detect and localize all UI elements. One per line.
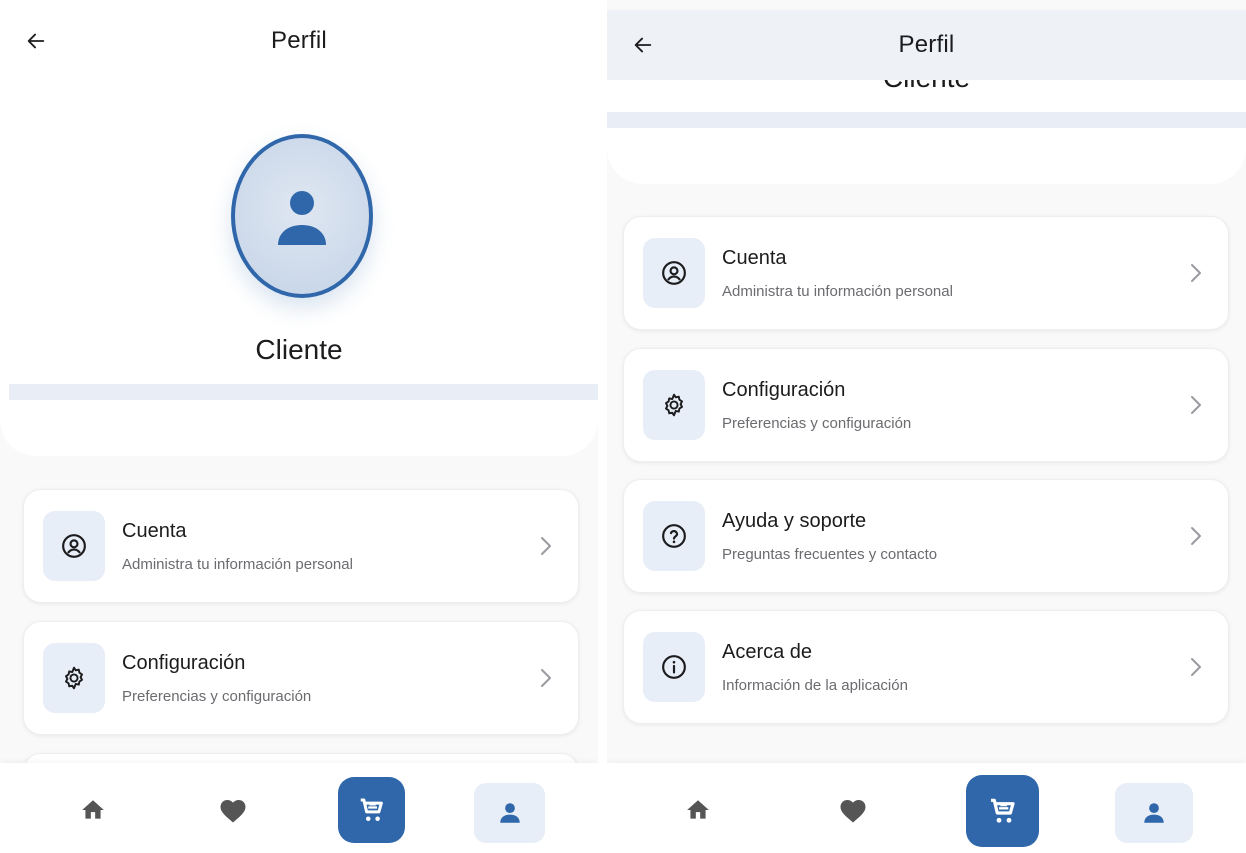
gear-icon xyxy=(665,393,683,417)
menu-icon-box xyxy=(43,511,105,581)
menu-item-settings[interactable]: Configuración Preferencias y configuraci… xyxy=(623,348,1229,462)
divider-band xyxy=(9,384,598,400)
chevron-right-icon xyxy=(1191,658,1201,676)
arrow-back-icon xyxy=(634,37,652,53)
chevron-right-icon xyxy=(1191,264,1201,282)
arrow-back-icon xyxy=(27,33,45,49)
menu-item-title: Ayuda y soporte xyxy=(722,510,867,532)
menu-item-title: Configuración xyxy=(122,652,246,674)
person-icon xyxy=(278,191,326,245)
nav-cart[interactable] xyxy=(966,775,1039,847)
chevron-right-icon xyxy=(1191,527,1201,545)
nav-favorites[interactable] xyxy=(206,785,260,835)
page-title: Perfil xyxy=(271,27,327,54)
menu-item-subtitle: Información de la aplicación xyxy=(722,677,908,694)
gear-icon xyxy=(65,666,83,690)
menu-item-about[interactable]: Acerca de Información de la aplicación xyxy=(623,610,1229,724)
account-circle-icon xyxy=(662,261,686,285)
menu-item-subtitle: Preferencias y configuración xyxy=(122,688,312,705)
cart-icon xyxy=(360,798,383,821)
menu-item-title: Cuenta xyxy=(722,247,787,269)
person-icon xyxy=(499,803,520,823)
home-icon xyxy=(687,800,709,819)
menu-icon-box xyxy=(643,370,705,440)
profile-name: Cliente xyxy=(255,334,343,365)
menu-item-title: Acerca de xyxy=(722,641,813,663)
home-icon xyxy=(82,800,104,819)
chevron-right-icon xyxy=(541,669,551,687)
person-icon xyxy=(1144,803,1164,823)
chevron-right-icon xyxy=(1191,396,1201,414)
bottom-navigation xyxy=(607,763,1246,853)
menu-item-subtitle: Administra tu información personal xyxy=(722,283,953,300)
nav-favorites[interactable] xyxy=(826,785,880,835)
back-button[interactable] xyxy=(20,25,52,57)
info-icon xyxy=(662,655,686,679)
page-title: Perfil xyxy=(898,31,955,58)
app-bar: Perfil xyxy=(607,10,1246,80)
profile-name: Cliente xyxy=(607,80,1246,94)
divider-band xyxy=(607,112,1246,128)
nav-cart[interactable] xyxy=(338,777,405,843)
nav-profile[interactable] xyxy=(474,783,545,843)
profile-header: Cliente xyxy=(607,80,1246,184)
menu-item-account[interactable]: Cuenta Administra tu información persona… xyxy=(23,489,579,603)
bottom-navigation xyxy=(0,763,598,853)
menu-item-subtitle: Preferencias y configuración xyxy=(722,415,912,432)
menu-item-subtitle: Preguntas frecuentes y contacto xyxy=(722,546,938,563)
cart-icon xyxy=(990,798,1015,823)
back-button[interactable] xyxy=(627,29,659,61)
app-bar: Perfil xyxy=(0,0,598,82)
menu-icon-box xyxy=(43,643,105,713)
menu-item-subtitle: Administra tu información personal xyxy=(122,556,353,573)
profile-screen-right: Cliente Perfil Cuenta Administra tu info… xyxy=(607,0,1246,853)
nav-home[interactable] xyxy=(66,785,120,835)
heart-icon xyxy=(220,800,246,823)
menu-item-account[interactable]: Cuenta Administra tu información persona… xyxy=(623,216,1229,330)
menu-icon-box xyxy=(643,501,705,571)
menu-item-help[interactable]: Ayuda y soporte Preguntas frecuentes y c… xyxy=(623,479,1229,593)
menu-icon-box xyxy=(643,238,705,308)
avatar[interactable] xyxy=(231,134,373,298)
nav-home[interactable] xyxy=(671,785,725,835)
chevron-right-icon xyxy=(541,537,551,555)
nav-profile[interactable] xyxy=(1115,783,1193,843)
account-circle-icon xyxy=(62,534,86,558)
menu-icon-box xyxy=(643,632,705,702)
help-icon xyxy=(662,524,686,548)
profile-screen-left: Perfil Cliente Cuenta Administra tu info… xyxy=(0,0,598,853)
menu-item-title: Cuenta xyxy=(122,520,187,542)
heart-icon xyxy=(840,800,866,823)
menu-item-title: Configuración xyxy=(722,379,846,401)
profile-header: Cliente xyxy=(0,82,598,456)
menu-item-settings[interactable]: Configuración Preferencias y configuraci… xyxy=(23,621,579,735)
